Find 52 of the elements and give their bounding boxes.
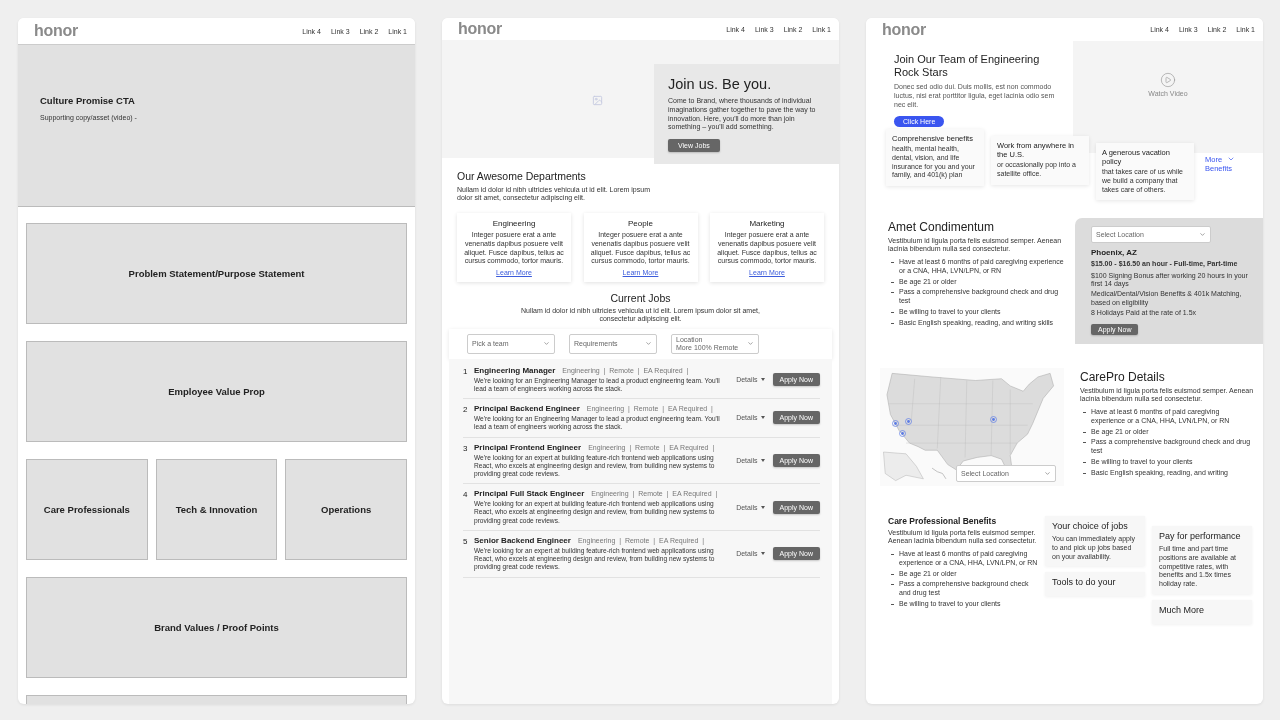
- chevron-icon: [1227, 155, 1235, 163]
- city-title: Phoenix, AZ: [1091, 248, 1138, 258]
- chevron-icon: [1199, 231, 1206, 239]
- chevron-icon: [543, 340, 550, 348]
- logo[interactable]: honor: [34, 22, 78, 40]
- section-title: Operations: [321, 504, 372, 515]
- section-title: Care Professionals: [43, 504, 130, 515]
- location-pin-icon[interactable]: [990, 416, 997, 424]
- location-pin-icon[interactable]: [905, 418, 912, 426]
- section-title: Employee Value Prop: [168, 386, 265, 397]
- chevron-icon: [645, 340, 652, 348]
- job-number: 5: [463, 536, 469, 546]
- chevron-icon: [1044, 470, 1051, 478]
- caret-icon: [760, 377, 765, 381]
- job-number: 4: [463, 490, 469, 500]
- section-title: Care Professional Benefits: [888, 516, 998, 527]
- section-title: Brand Values / Proof Points: [154, 622, 279, 633]
- section-title: CarePro Details: [1080, 370, 1166, 385]
- section-title: Our Awesome Departments: [457, 170, 587, 183]
- section-title: Amet Condimentum: [888, 220, 996, 235]
- caret-icon: [760, 416, 765, 420]
- department-title: Marketing: [749, 219, 785, 229]
- job-title: Senior Backend Engineer: [474, 535, 571, 545]
- section-title: Problem Statement/Purpose Statement: [128, 268, 305, 279]
- job-number: 3: [463, 443, 469, 453]
- benefit-title: Pay for performance: [1159, 531, 1242, 543]
- location-pin-icon[interactable]: [899, 430, 906, 438]
- hero-title: Join us. Be you.: [668, 76, 773, 92]
- section-title: Tech & Innovation: [175, 504, 258, 515]
- chevron-icon: [747, 340, 754, 348]
- location-pin-icon[interactable]: [892, 420, 899, 428]
- job-title: Engineering Manager: [474, 365, 556, 375]
- job-title: Principal Full Stack Engineer: [474, 489, 585, 499]
- hero-title: Join Our Team of Engineering Rock Stars: [894, 53, 1041, 80]
- benefit-title: Much More: [1159, 604, 1205, 616]
- job-number: 1: [463, 366, 469, 376]
- section-title: Current Jobs: [609, 292, 672, 305]
- job-title: Principal Backend Engineer: [474, 404, 580, 414]
- caret-icon: [760, 505, 765, 509]
- logo[interactable]: honor: [882, 20, 926, 39]
- play-icon[interactable]: [1160, 71, 1176, 88]
- benefit-title: Your choice of jobs: [1052, 521, 1129, 533]
- hero-title: Culture Promise CTA: [40, 95, 136, 106]
- job-title: Principal Frontend Engineer: [474, 442, 582, 452]
- department-title: Engineering: [492, 219, 536, 229]
- benefit-title: Tools to do your: [1052, 577, 1117, 589]
- department-title: People: [628, 219, 653, 229]
- caret-icon: [760, 552, 765, 556]
- caret-icon: [760, 458, 765, 462]
- job-number: 2: [463, 405, 469, 415]
- logo[interactable]: honor: [458, 20, 502, 38]
- image-icon: [592, 95, 603, 106]
